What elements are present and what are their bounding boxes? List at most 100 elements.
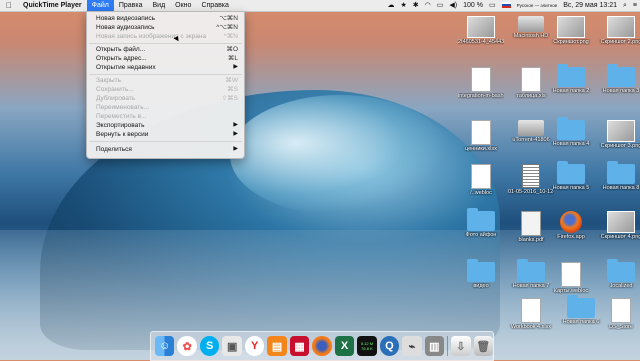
zip-icon — [522, 164, 540, 188]
desktop-icon[interactable]: Скриншот 3.png — [598, 120, 640, 149]
dock-divider — [447, 336, 449, 356]
submenu-arrow-icon: ▶ — [233, 122, 238, 128]
desktop-icon-label: Скриншот.png — [553, 39, 589, 45]
submenu-arrow-icon: ▶ — [233, 64, 238, 70]
notification-center-icon[interactable]: ≡ — [630, 0, 640, 11]
battery-percent[interactable]: 100 % — [460, 0, 486, 11]
menu-item-open-location[interactable]: Открыть адрес... ⌘L — [87, 54, 244, 63]
drive-icon — [518, 120, 544, 136]
menu-item-new-audio[interactable]: Новая аудиозапись ^⌥⌘N — [87, 23, 244, 32]
desktop-icon-label: Карты.webloc — [553, 288, 589, 294]
photos-icon[interactable]: ✿ — [177, 336, 197, 356]
desktop-icon[interactable]: .localized — [598, 259, 640, 289]
folder-icon — [557, 64, 585, 87]
folder-icon — [607, 161, 635, 184]
star-icon[interactable]: ★ — [398, 0, 410, 11]
skype-icon[interactable]: S — [199, 336, 220, 356]
desktop-icon[interactable]: Скриншот 4.png — [598, 211, 640, 240]
menu-item-save[interactable]: Сохранить... ⌘S — [87, 85, 244, 94]
menu-item-share[interactable]: Поделиться ▶ — [87, 145, 244, 154]
desktop-icon-label: Скриншот 2.png — [600, 39, 640, 45]
monitor-icon[interactable]: ▭ — [434, 0, 447, 11]
menu-item-export[interactable]: Экспортировать ▶ — [87, 121, 244, 130]
apple-menu-icon[interactable]:  — [0, 0, 18, 11]
desktop-icon[interactable]: Карты.webloc — [548, 262, 594, 294]
desktop-icon-label: Скриншот 4.png — [600, 234, 640, 240]
menu-item-new-video[interactable]: Новая видеозапись ⌥⌘N — [87, 14, 244, 23]
folder-icon — [517, 259, 545, 282]
submenu-arrow-icon: ▶ — [233, 146, 238, 152]
desktop-icon[interactable]: ценники.xlsx — [458, 120, 504, 152]
menu-separator — [89, 74, 242, 75]
desktop-icon[interactable]: Workbook 4.xlsx — [508, 298, 554, 330]
wifi-icon[interactable]: ◠ — [422, 0, 434, 11]
menu-item-duplicate[interactable]: Дублировать ⇧⌘S — [87, 94, 244, 103]
downloads-icon[interactable]: ⇩ — [451, 336, 471, 356]
utility-icon[interactable]: ⌁ — [402, 336, 422, 356]
russia-flag-icon[interactable] — [499, 0, 514, 11]
doc-icon — [471, 164, 491, 189]
desktop-icon-label: Новая папка 8 — [602, 185, 640, 191]
desktop-icon[interactable]: Новая папка 5 — [548, 161, 594, 191]
doc-icon — [521, 298, 541, 323]
books-icon[interactable]: ▤ — [267, 336, 287, 356]
menu-item-open-recent[interactable]: Открытие недавних ▶ — [87, 63, 244, 72]
desktop-icon-label: /..webloc — [470, 190, 492, 196]
menu-separator — [89, 141, 242, 142]
spotlight-icon[interactable]: ⌕ — [620, 0, 630, 11]
desktop-icon[interactable]: integration-in-bash-out.txt — [458, 67, 504, 99]
yandex-browser-icon[interactable]: Y — [244, 336, 265, 356]
desktop-icon-label: Фото айфон — [465, 232, 497, 238]
menu-item-open-file[interactable]: Открыть файл... ⌘O — [87, 45, 244, 54]
quicktime-icon[interactable]: Q — [379, 336, 400, 356]
desktop-icon[interactable]: видео — [458, 259, 504, 289]
desktop-icon[interactable]: /..webloc — [458, 164, 504, 196]
desktop-icon[interactable]: Новая папка 8 — [598, 161, 640, 191]
fox-icon — [560, 211, 582, 233]
desktop-icon[interactable]: Новая папка 4 — [548, 117, 594, 147]
menu-help[interactable]: Справка — [196, 0, 233, 11]
firefox-icon[interactable] — [312, 336, 332, 356]
excel-icon[interactable]: X — [334, 336, 355, 356]
volume-icon[interactable]: ◀) — [446, 0, 460, 11]
desktop-icon-label: 2f460531-4_454431-152.jpg — [458, 39, 504, 45]
doc-icon — [471, 120, 491, 145]
desktop-icon[interactable]: Скриншот.png — [548, 16, 594, 45]
dock: ☺ ✿ S ▣ Y ▤ ▦ X 5.12 M 76.8 K Q ⌁ ▥ ⇩ 🗑 — [150, 331, 494, 361]
desktop-icon[interactable]: 2f460531-4_454431-152.jpg — [458, 16, 504, 45]
input-source[interactable]: Русское — элитное — [514, 0, 561, 11]
desktop-icon[interactable]: Новая папка 2 — [548, 64, 594, 94]
cloud-icon[interactable]: ☁ — [385, 0, 398, 11]
desktop-icon[interactable]: DS_Store — [598, 298, 640, 330]
adobe-icon[interactable]: ▦ — [289, 336, 310, 356]
battery-icon[interactable]: ▭ — [486, 0, 499, 11]
menu-edit[interactable]: Правка — [114, 0, 148, 11]
activity-monitor-icon[interactable]: 5.12 M 76.8 K — [357, 336, 377, 356]
finder-icon[interactable]: ☺ — [155, 336, 175, 356]
menu-item-new-screen-recording[interactable]: Новая запись изображения с экрана ^⌘N — [87, 32, 244, 41]
menu-item-close[interactable]: Закрыть ⌘W — [87, 76, 244, 85]
preview-icon[interactable]: ▣ — [222, 336, 242, 356]
menu-file[interactable]: Файл — [86, 0, 114, 11]
folder-icon — [567, 295, 595, 318]
menu-view[interactable]: Вид — [148, 0, 171, 11]
desktop-icon-label: Новая папка 4 — [552, 141, 590, 147]
desktop-icon[interactable]: Firefox.app — [548, 211, 594, 240]
date-time[interactable]: Вс, 29 мая 13:21 — [560, 0, 620, 11]
desktop-icon[interactable]: Скриншот 2.png — [598, 16, 640, 45]
menu-separator — [89, 43, 242, 44]
menu-window[interactable]: Окно — [170, 0, 196, 11]
menu-item-move-to[interactable]: Переместить в... — [87, 112, 244, 121]
desktop-icon-label: Новая папка 3 — [602, 88, 640, 94]
img-icon — [607, 120, 635, 142]
app-store-icon[interactable]: ▥ — [424, 336, 445, 356]
bluetooth-icon[interactable]: ✱ — [410, 0, 422, 11]
desktop-icon-label: integration-in-bash-out.txt — [458, 93, 504, 99]
menu-item-rename[interactable]: Переименовать... — [87, 103, 244, 112]
app-menu[interactable]: QuickTime Player — [18, 0, 87, 11]
file-menu-dropdown: Новая видеозапись ⌥⌘N Новая аудиозапись ^⌥… — [86, 11, 245, 159]
desktop-icon[interactable]: Новая папка 3 — [598, 64, 640, 94]
desktop-icon[interactable]: Фото айфон — [458, 208, 504, 238]
trash-icon[interactable]: 🗑 — [473, 336, 493, 356]
menu-item-revert-to[interactable]: Вернуть к версии ▶ — [87, 130, 244, 139]
